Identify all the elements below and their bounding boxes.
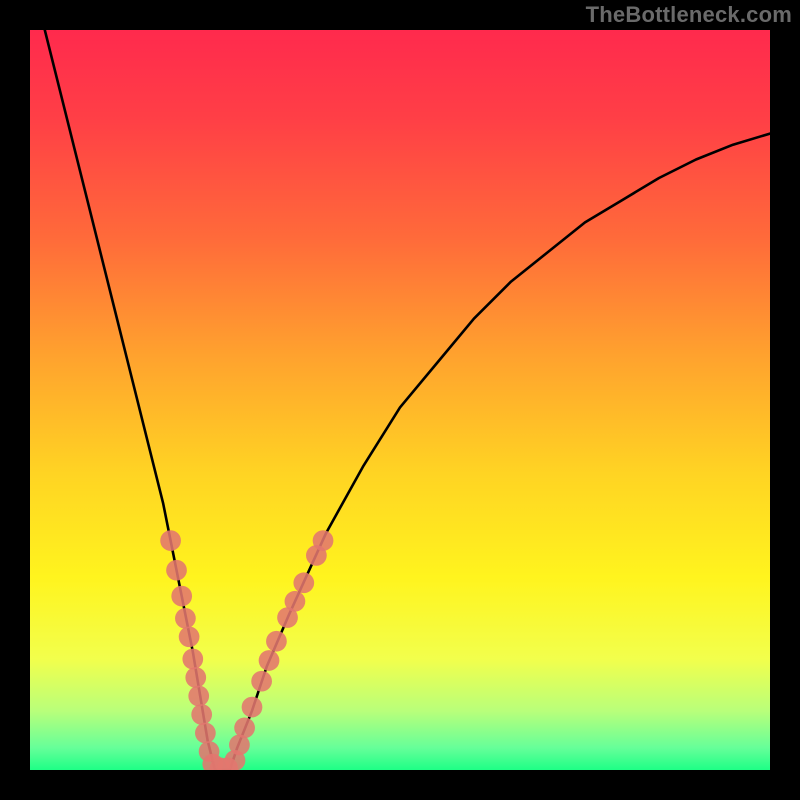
- bead: [293, 572, 314, 593]
- plot-area: [30, 30, 770, 770]
- bead: [259, 650, 280, 671]
- bead: [242, 697, 263, 718]
- bead: [191, 704, 212, 725]
- watermark: TheBottleneck.com: [586, 2, 792, 28]
- gradient-background: [30, 30, 770, 770]
- bead: [234, 717, 255, 738]
- bead: [171, 586, 192, 607]
- bead: [166, 560, 187, 581]
- bead: [175, 608, 196, 629]
- chart-svg: [30, 30, 770, 770]
- bead: [313, 530, 334, 551]
- frame: TheBottleneck.com: [0, 0, 800, 800]
- bead: [188, 686, 209, 707]
- bead: [285, 591, 306, 612]
- bead: [179, 626, 200, 647]
- bead: [266, 631, 287, 652]
- bead: [182, 649, 203, 670]
- bead: [251, 671, 272, 692]
- bead: [185, 667, 206, 688]
- bead: [160, 530, 181, 551]
- bead: [195, 723, 216, 744]
